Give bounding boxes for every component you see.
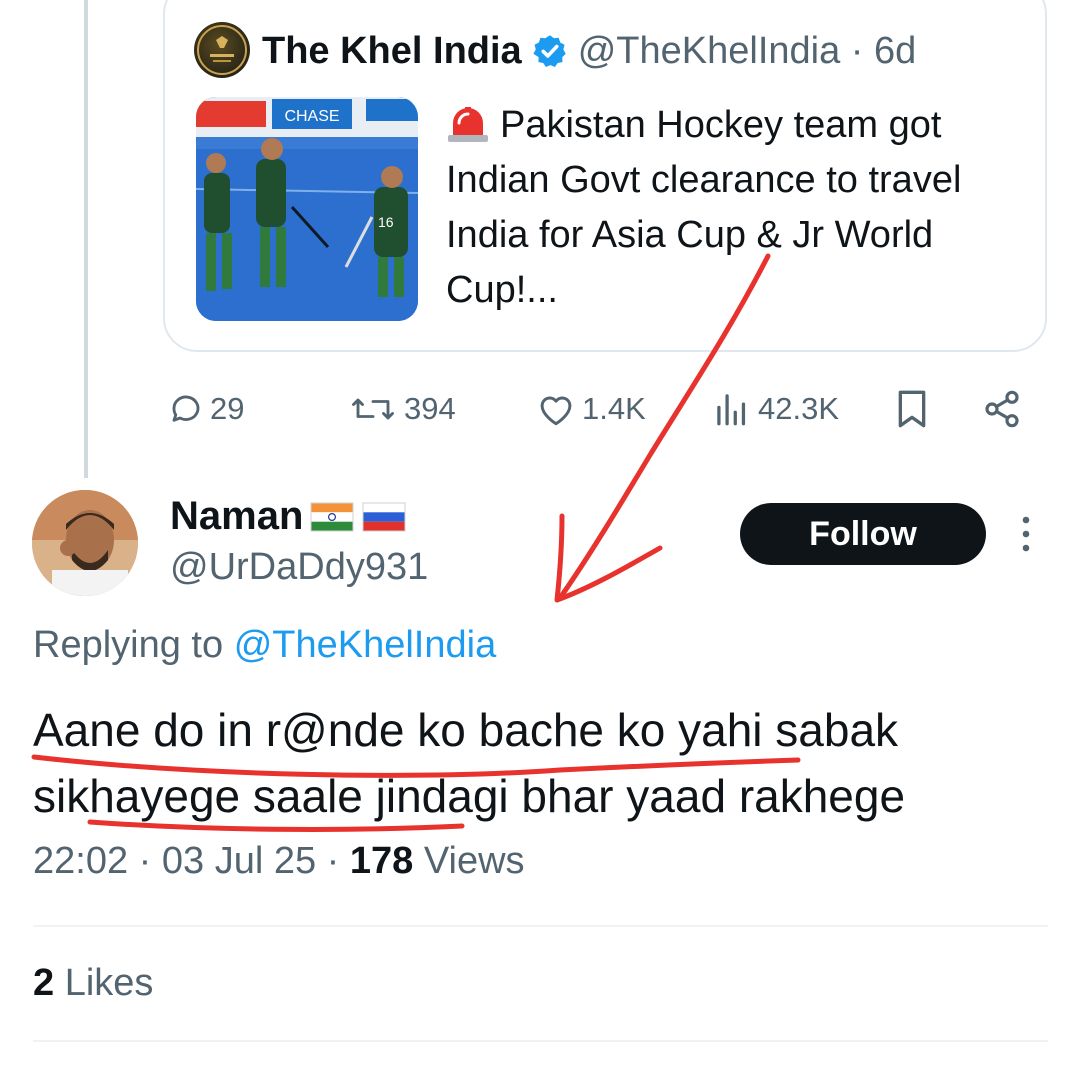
repost-count: 394 <box>404 391 456 426</box>
likes-summary[interactable]: 2 Likes <box>33 962 153 1005</box>
heart-icon <box>540 396 572 426</box>
quoted-tweet-avatar[interactable] <box>194 22 250 78</box>
views-action[interactable]: 42.3K <box>712 384 839 434</box>
replying-to-mention-link[interactable]: @TheKhelIndia <box>234 624 497 666</box>
reply-action[interactable]: 29 <box>168 384 244 434</box>
share-action[interactable] <box>982 384 1028 434</box>
tweet-views-count: 178 <box>349 840 414 882</box>
reply-author-handle[interactable]: @UrDaDdy931 <box>170 546 428 589</box>
likes-count: 2 <box>33 962 55 1004</box>
bookmark-icon <box>898 390 926 428</box>
quoted-tweet-text-block[interactable]: Pakistan Hockey team got Indian Govt cle… <box>446 98 1036 318</box>
repost-action[interactable]: 394 <box>348 384 456 434</box>
reply-bubble-icon <box>172 395 200 422</box>
views-count: 42.3K <box>758 391 840 426</box>
tweet-timestamp[interactable]: 22:02 · 03 Jul 25 · <box>33 840 339 882</box>
quoted-author-name[interactable]: The Khel India <box>262 30 522 73</box>
reply-author-avatar[interactable] <box>32 490 138 596</box>
like-count: 1.4K <box>582 391 646 426</box>
tweet-meta: 22:02 · 03 Jul 25 · 178 Views <box>33 840 525 883</box>
reply-author-name-row: Naman <box>170 494 407 539</box>
replying-to-prefix: Replying to <box>33 624 224 666</box>
quoted-tweet-text: Pakistan Hockey team got Indian Govt cle… <box>446 104 962 311</box>
bookmark-action[interactable] <box>894 384 936 434</box>
reply-tweet-text: Aane do in r@nde ko bache ko yahi sabak … <box>33 704 906 822</box>
russia-flag-icon <box>362 502 406 531</box>
india-flag-icon <box>310 502 354 531</box>
svg-text:16: 16 <box>378 214 394 230</box>
analytics-bars-icon <box>717 394 746 426</box>
quoted-tweet-header: The Khel India @TheKhelIndia · 6d <box>262 26 916 76</box>
divider <box>33 925 1048 927</box>
verified-badge-icon <box>533 35 566 68</box>
thumbnail-banner-chase: CHASE <box>284 108 339 125</box>
more-options-icon[interactable] <box>1016 514 1036 554</box>
repost-icon <box>352 398 394 420</box>
siren-emoji-icon <box>448 107 488 142</box>
quoted-tweet-thumbnail[interactable]: CHASE 16 <box>196 97 418 321</box>
reply-author-name[interactable]: Naman <box>170 494 303 539</box>
reply-count: 29 <box>210 391 245 426</box>
like-action[interactable]: 1.4K <box>536 384 646 434</box>
replying-to-line: Replying to @TheKhelIndia <box>33 624 496 667</box>
share-icon <box>985 390 1019 428</box>
annotation-arrow-head <box>554 513 663 603</box>
likes-label: Likes <box>64 962 154 1004</box>
divider <box>33 1040 1048 1042</box>
quoted-author-handle-time[interactable]: @TheKhelIndia · 6d <box>578 30 917 73</box>
thread-connector-line <box>84 0 88 478</box>
tweet-views-label: Views <box>423 840 525 882</box>
follow-button[interactable]: Follow <box>740 503 986 565</box>
